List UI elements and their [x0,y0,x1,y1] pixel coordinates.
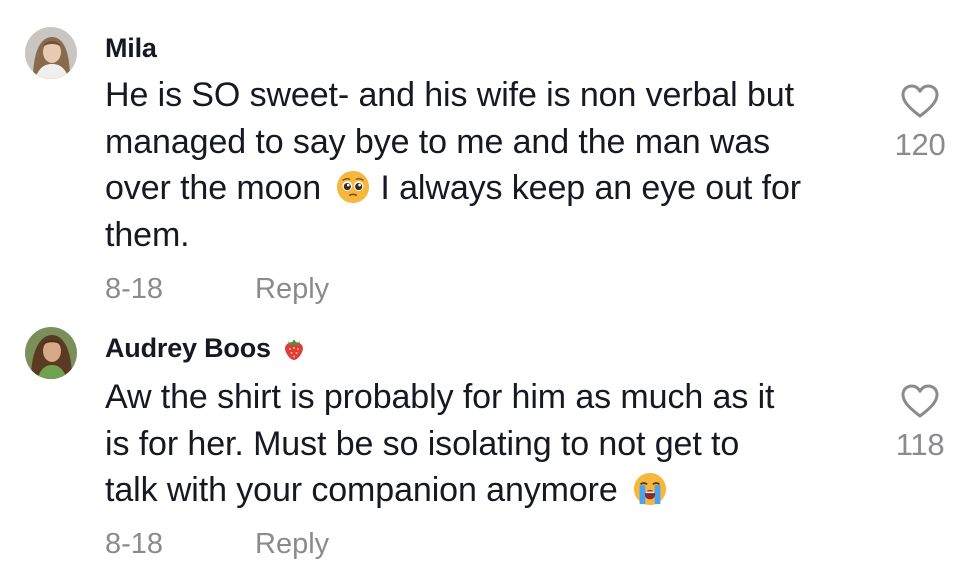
loudly-crying-face-emoji [634,472,667,506]
like-count: 120 [894,127,946,162]
username-row: Mila [105,33,157,64]
username-row: Audrey Boos [105,333,307,364]
heart-outline-icon[interactable] [900,83,940,119]
avatar[interactable] [25,27,77,79]
comment-line-with-emoji: talk with your companion anymore [105,467,865,514]
like-count: 118 [895,427,945,462]
username[interactable]: Audrey Boos [105,333,271,364]
pleading-face-emoji [337,170,370,204]
comment-line: Aw the shirt is probably for him as much… [105,378,775,416]
reply-button[interactable]: Reply [255,528,329,561]
reply-button[interactable]: Reply [255,273,329,306]
comment-line-part: over the moon [105,169,322,207]
avatar-image [25,27,77,79]
avatar-image [25,327,77,379]
comment-date: 8-18 [105,528,164,560]
comment-text: Aw the shirt is probably for him as much… [105,374,865,514]
like-button[interactable]: 120 [880,83,960,163]
comment-line: managed to say bye to me and the man was [105,122,771,161]
comment-line-part: I always keep an eye out for [380,169,801,207]
username[interactable]: Mila [105,33,157,64]
comment-text: He is SO sweet- and his wife is non verb… [105,72,865,258]
comment-meta: 8-18 Reply [105,528,329,561]
comment-line: He is SO sweet- and his wife is non verb… [105,76,794,114]
comment-date: 8-18 [105,273,164,305]
comment-line-with-emoji: over the moon I always keep an eye out f… [105,165,865,212]
comment-meta: 8-18 Reply [105,273,329,306]
comment-line: them. [105,215,190,254]
avatar[interactable] [25,327,77,379]
comment-line-part: talk with your companion anymore [105,471,618,509]
like-button[interactable]: 118 [880,383,960,463]
strawberry-icon [284,339,303,360]
heart-outline-icon[interactable] [900,383,940,419]
comment-line: is for her. Must be so isolating to not … [105,424,740,463]
